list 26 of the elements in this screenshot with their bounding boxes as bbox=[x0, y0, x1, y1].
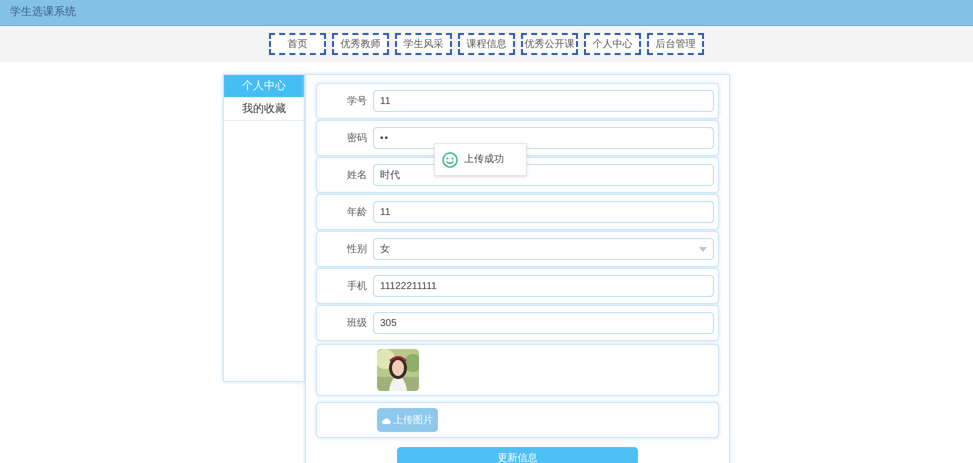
smiley-icon bbox=[442, 152, 458, 168]
field-label: 密码 bbox=[346, 132, 368, 146]
select-field[interactable]: 女 bbox=[373, 238, 714, 260]
input-field[interactable]: 11122211111 bbox=[373, 275, 714, 297]
field-label: 姓名 bbox=[346, 168, 368, 182]
nav-link[interactable]: 后台管理 bbox=[647, 33, 704, 55]
nav-link[interactable]: 首页 bbox=[269, 33, 326, 55]
toast-message: 上传成功 bbox=[464, 152, 504, 167]
field-label: 学号 bbox=[346, 94, 368, 108]
input-field[interactable]: 11 bbox=[373, 90, 714, 112]
nav-link[interactable]: 学生风采 bbox=[395, 33, 452, 55]
field-label: 班级 bbox=[346, 316, 368, 330]
nav-link[interactable]: 个人中心 bbox=[584, 33, 641, 55]
field-label: 手机 bbox=[346, 280, 368, 294]
cloud-upload-icon bbox=[382, 416, 391, 424]
nav-link[interactable]: 优秀公开课 bbox=[521, 33, 578, 55]
field-label: 性别 bbox=[346, 242, 368, 256]
app-title: 学生选课系统 bbox=[10, 4, 76, 20]
input-field[interactable]: 11 bbox=[373, 201, 714, 223]
caret-icon bbox=[699, 246, 707, 252]
sidebar-item[interactable]: 我的收藏 bbox=[224, 98, 304, 121]
nav-link[interactable]: 课程信息 bbox=[458, 33, 515, 55]
field-label: 年龄 bbox=[346, 206, 368, 220]
input-field[interactable]: 305 bbox=[373, 312, 714, 334]
nav-link[interactable]: 优秀教师 bbox=[332, 33, 389, 55]
input-field[interactable]: •• bbox=[373, 127, 714, 149]
